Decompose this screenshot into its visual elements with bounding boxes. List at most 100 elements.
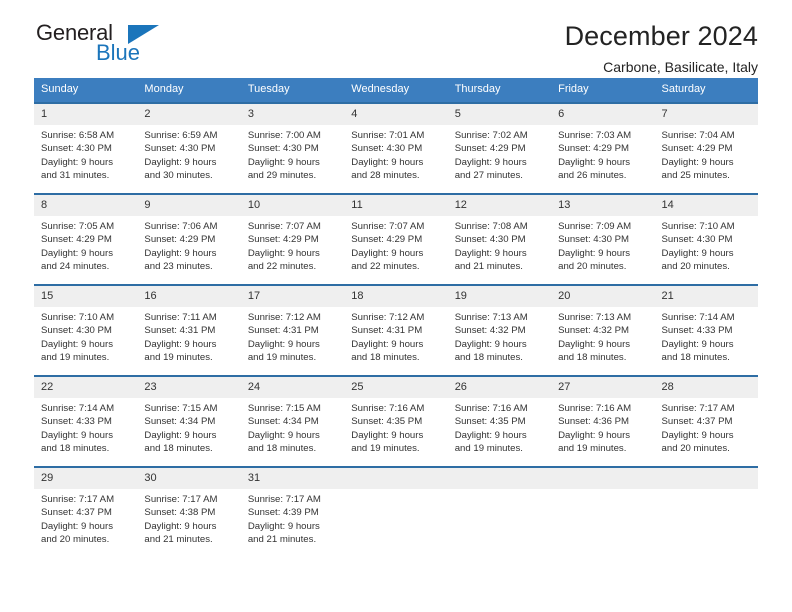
calendar-day-cell[interactable]: 8 Sunrise: 7:05 AM Sunset: 4:29 PM Daylight…: [34, 193, 138, 285]
calendar-day-cell[interactable]: 25 Sunrise: 7:16 AM Sunset: 4:35 PM Dayligh…: [344, 375, 448, 467]
daylight-text-line2: and 22 minutes.: [351, 261, 420, 273]
day-details: Sunrise: 7:17 AM Sunset: 4:38 PM Daylight:…: [137, 489, 240, 557]
sunrise-text: Sunrise: 6:58 AM: [41, 130, 115, 141]
calendar-day-cell[interactable]: 29 Sunrise: 7:17 AM Sunset: 4:37 PM Dayligh…: [34, 466, 138, 557]
weekday-header-monday: Monday: [137, 78, 241, 103]
calendar-day-cell[interactable]: 15 Sunrise: 7:10 AM Sunset: 4:30 PM Dayligh…: [34, 284, 138, 376]
calendar-day-cell[interactable]: 4 Sunrise: 7:01 AM Sunset: 4:30 PM Daylight…: [344, 102, 448, 194]
sunrise-text: Sunrise: 7:10 AM: [661, 221, 735, 232]
calendar-day-cell[interactable]: 21 Sunrise: 7:14 AM Sunset: 4:33 PM Dayligh…: [654, 284, 758, 376]
day-details: Sunrise: 7:10 AM Sunset: 4:30 PM Daylight:…: [655, 216, 758, 284]
day-details: Sunrise: 7:07 AM Sunset: 4:29 PM Daylight:…: [344, 216, 447, 284]
sunset-text: Sunset: 4:35 PM: [351, 416, 423, 428]
day-number: 16: [137, 286, 241, 307]
daylight-text-line2: and 20 minutes.: [661, 443, 730, 455]
sunrise-text: Sunrise: 7:07 AM: [247, 221, 321, 232]
day-details: Sunrise: 7:17 AM Sunset: 4:39 PM Daylight:…: [241, 489, 344, 557]
general-blue-logo[interactable]: General Blue: [34, 22, 224, 72]
daylight-text-line1: Daylight: 9 hours: [41, 520, 113, 532]
calendar-day-cell[interactable]: 22 Sunrise: 7:14 AM Sunset: 4:33 PM Dayligh…: [34, 375, 138, 467]
day-details: Sunrise: 7:09 AM Sunset: 4:30 PM Daylight:…: [551, 216, 654, 284]
calendar-day-cell[interactable]: 18 Sunrise: 7:12 AM Sunset: 4:31 PM Dayligh…: [344, 284, 448, 376]
day-details: Sunrise: 7:12 AM Sunset: 4:31 PM Daylight:…: [344, 307, 447, 375]
daylight-text-line1: Daylight: 9 hours: [454, 429, 527, 441]
daylight-text-line1: Daylight: 9 hours: [558, 156, 631, 168]
calendar-day-cell[interactable]: 14 Sunrise: 7:10 AM Sunset: 4:30 PM Dayligh…: [654, 193, 758, 285]
sunrise-text: Sunrise: 7:16 AM: [454, 403, 528, 414]
daylight-text-line2: and 18 minutes.: [247, 443, 317, 455]
calendar-day-cell[interactable]: 1 Sunrise: 6:58 AM Sunset: 4:30 PM Daylight…: [34, 102, 138, 194]
daylight-text-line2: and 21 minutes.: [247, 534, 317, 546]
day-number: 25: [344, 377, 448, 398]
calendar-day-cell-empty: [551, 466, 655, 557]
calendar-day-cell[interactable]: 3 Sunrise: 7:00 AM Sunset: 4:30 PM Daylight…: [240, 102, 345, 194]
calendar-day-cell[interactable]: 16 Sunrise: 7:11 AM Sunset: 4:31 PM Dayligh…: [137, 284, 241, 376]
daylight-text-line1: Daylight: 9 hours: [454, 338, 527, 350]
calendar-day-cell[interactable]: 20 Sunrise: 7:13 AM Sunset: 4:32 PM Dayligh…: [551, 284, 655, 376]
calendar-day-cell[interactable]: 19 Sunrise: 7:13 AM Sunset: 4:32 PM Dayligh…: [447, 284, 552, 376]
day-details: Sunrise: 7:04 AM Sunset: 4:29 PM Daylight:…: [655, 125, 758, 193]
day-number: 24: [240, 377, 345, 398]
calendar-day-cell[interactable]: 7 Sunrise: 7:04 AM Sunset: 4:29 PM Daylight…: [654, 102, 758, 194]
sunrise-text: Sunrise: 7:06 AM: [144, 221, 218, 232]
day-number: 3: [240, 104, 345, 125]
calendar-day-cell[interactable]: 11 Sunrise: 7:07 AM Sunset: 4:29 PM Dayligh…: [344, 193, 448, 285]
calendar-day-cell[interactable]: 24 Sunrise: 7:15 AM Sunset: 4:34 PM Dayligh…: [240, 375, 345, 467]
daylight-text-line2: and 28 minutes.: [351, 170, 420, 182]
sunset-text: Sunset: 4:30 PM: [558, 234, 630, 246]
sunrise-text: Sunrise: 7:17 AM: [144, 494, 218, 505]
daylight-text-line2: and 18 minutes.: [558, 352, 627, 364]
calendar-day-cell[interactable]: 31 Sunrise: 7:17 AM Sunset: 4:39 PM Dayligh…: [240, 466, 345, 557]
calendar-day-cell[interactable]: 6 Sunrise: 7:03 AM Sunset: 4:29 PM Daylight…: [551, 102, 655, 194]
day-number: 19: [447, 286, 552, 307]
calendar-day-cell[interactable]: 27 Sunrise: 7:16 AM Sunset: 4:36 PM Dayligh…: [551, 375, 655, 467]
sunset-text: Sunset: 4:35 PM: [454, 416, 526, 428]
daylight-text-line1: Daylight: 9 hours: [144, 338, 217, 350]
daylight-text-line2: and 18 minutes.: [41, 443, 110, 455]
calendar-day-cell[interactable]: 28 Sunrise: 7:17 AM Sunset: 4:37 PM Dayligh…: [654, 375, 758, 467]
calendar-day-cell-empty: [654, 466, 758, 557]
daylight-text-line1: Daylight: 9 hours: [144, 156, 217, 168]
daylight-text-line2: and 19 minutes.: [247, 352, 317, 364]
sunset-text: Sunset: 4:29 PM: [247, 234, 319, 246]
daylight-text-line2: and 24 minutes.: [41, 261, 110, 273]
daylight-text-line2: and 19 minutes.: [351, 443, 420, 455]
daylight-text-line1: Daylight: 9 hours: [41, 156, 113, 168]
calendar-day-cell[interactable]: 17 Sunrise: 7:12 AM Sunset: 4:31 PM Dayligh…: [240, 284, 345, 376]
calendar-week-row: 29 Sunrise: 7:17 AM Sunset: 4:37 PM Dayligh…: [34, 466, 758, 557]
sunrise-text: Sunrise: 7:16 AM: [351, 403, 425, 414]
daylight-text-line1: Daylight: 9 hours: [454, 156, 527, 168]
sunset-text: Sunset: 4:30 PM: [661, 234, 733, 246]
calendar-day-cell[interactable]: 13 Sunrise: 7:09 AM Sunset: 4:30 PM Dayligh…: [551, 193, 655, 285]
calendar-day-cell[interactable]: 2 Sunrise: 6:59 AM Sunset: 4:30 PM Daylight…: [137, 102, 241, 194]
day-number: 23: [137, 377, 241, 398]
calendar-day-cell[interactable]: 12 Sunrise: 7:08 AM Sunset: 4:30 PM Dayligh…: [447, 193, 552, 285]
sunrise-text: Sunrise: 7:13 AM: [558, 312, 632, 323]
day-number: 12: [447, 195, 552, 216]
sunrise-text: Sunrise: 7:10 AM: [41, 312, 115, 323]
day-details: Sunrise: 6:58 AM Sunset: 4:30 PM Daylight:…: [34, 125, 137, 193]
calendar-day-cell[interactable]: 23 Sunrise: 7:15 AM Sunset: 4:34 PM Dayligh…: [137, 375, 241, 467]
calendar-day-cell[interactable]: 30 Sunrise: 7:17 AM Sunset: 4:38 PM Dayligh…: [137, 466, 241, 557]
calendar-header-row: Sunday Monday Tuesday Wednesday Thursday…: [34, 78, 758, 103]
sunset-text: Sunset: 4:31 PM: [144, 325, 216, 337]
day-number: [654, 468, 758, 489]
sunset-text: Sunset: 4:33 PM: [661, 325, 733, 337]
day-number: 18: [344, 286, 448, 307]
day-details: Sunrise: 7:15 AM Sunset: 4:34 PM Daylight:…: [241, 398, 344, 466]
daylight-text-line2: and 30 minutes.: [144, 170, 213, 182]
calendar-day-cell[interactable]: 26 Sunrise: 7:16 AM Sunset: 4:35 PM Dayligh…: [447, 375, 552, 467]
sunset-text: Sunset: 4:30 PM: [351, 143, 423, 155]
day-number: 30: [137, 468, 241, 489]
sunrise-text: Sunrise: 7:14 AM: [661, 312, 735, 323]
sunrise-text: Sunrise: 7:00 AM: [247, 130, 321, 141]
calendar-day-cell[interactable]: 5 Sunrise: 7:02 AM Sunset: 4:29 PM Daylight…: [447, 102, 552, 194]
daylight-text-line1: Daylight: 9 hours: [351, 429, 424, 441]
calendar-day-cell[interactable]: 9 Sunrise: 7:06 AM Sunset: 4:29 PM Daylight…: [137, 193, 241, 285]
calendar-day-cell[interactable]: 10 Sunrise: 7:07 AM Sunset: 4:29 PM Dayligh…: [240, 193, 345, 285]
sunset-text: Sunset: 4:31 PM: [247, 325, 319, 337]
daylight-text-line1: Daylight: 9 hours: [41, 429, 113, 441]
daylight-text-line1: Daylight: 9 hours: [661, 338, 734, 350]
day-number: 15: [34, 286, 138, 307]
day-details: Sunrise: 7:10 AM Sunset: 4:30 PM Daylight:…: [34, 307, 137, 375]
